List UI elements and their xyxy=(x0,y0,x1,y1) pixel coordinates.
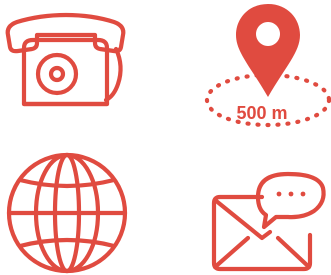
icon-sheet: { "colors": { "accent": "#e04b40", "back… xyxy=(0,0,331,275)
distance-label: 500 m xyxy=(236,103,287,123)
envelope-message-icon xyxy=(211,171,326,272)
location-pin-icon: 500 m xyxy=(204,4,331,128)
telephone-icon xyxy=(5,12,126,107)
globe-icon xyxy=(6,152,128,274)
